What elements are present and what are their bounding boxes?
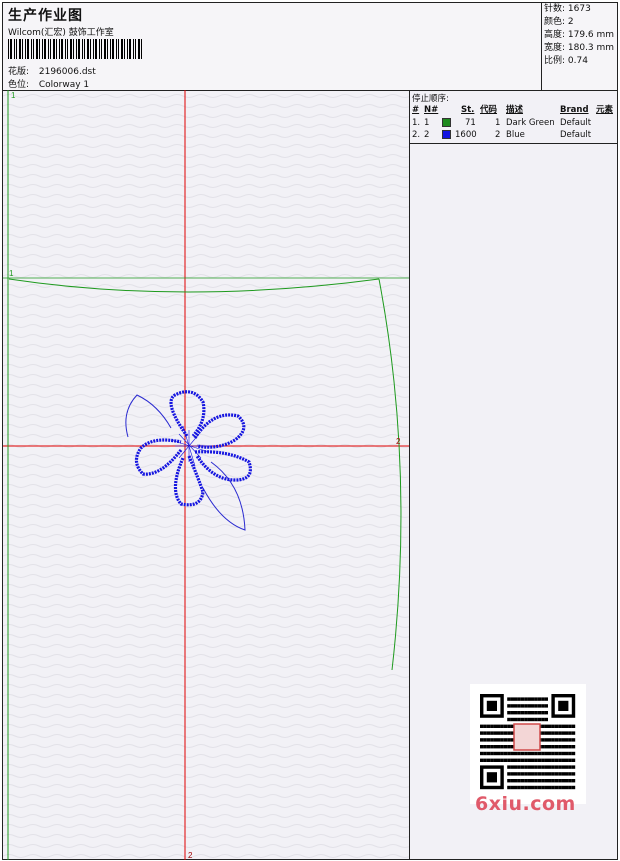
marker-right: 2 xyxy=(396,437,401,446)
sheet-header: 生产作业图 Wilcom(汇宏) 鼓饰工作室 花版: 2196006.dst 色… xyxy=(3,3,617,91)
design-scale: 比例: 0.74 xyxy=(544,56,588,66)
row-st: 71 xyxy=(465,118,476,128)
design-file-value: 2196006.dst xyxy=(38,67,96,77)
col-num: # xyxy=(412,105,420,115)
color-swatch xyxy=(442,130,451,139)
stats-panel: 针数: 1673 颜色: 2 高度: 179.6 mm 宽度: 180.3 mm… xyxy=(541,3,618,90)
colorway-value: Colorway 1 xyxy=(38,80,90,90)
row-brand: Default xyxy=(560,118,592,128)
row-num: 2. xyxy=(412,130,421,140)
design-file-row: 花版: 2196006.dst xyxy=(8,64,96,77)
row-brand: Default xyxy=(560,130,592,140)
color-count: 颜色: 2 xyxy=(544,17,574,27)
stop-sequence-header-row: # N# St. 代码 描述 Brand 元素 xyxy=(412,104,616,116)
design-label: 花版: xyxy=(8,67,30,77)
col-desc: 描述 xyxy=(506,105,524,115)
stop-sequence-panel: 停止顺序: # N# St. 代码 描述 Brand 元素 1. 1 71 1 … xyxy=(410,90,617,144)
marker-left: 1 xyxy=(9,269,14,278)
barcode-image xyxy=(8,39,142,59)
stitch-count: 针数: 1673 xyxy=(544,4,591,14)
col-element: 元素 xyxy=(596,105,614,115)
row-num: 1. xyxy=(412,118,421,128)
marker-bottom: 2 xyxy=(188,851,193,860)
design-width: 宽度: 180.3 mm xyxy=(544,43,615,53)
design-drawing: 1 1 2 2 xyxy=(3,90,409,860)
col-brand: Brand xyxy=(560,105,589,115)
col-st: St. xyxy=(461,105,475,115)
watermark-logo: 6xiu.com xyxy=(475,793,576,815)
row-code: 1 xyxy=(495,118,501,128)
colorway-label: 色位: xyxy=(8,80,30,90)
col-code: 代码 xyxy=(480,105,498,115)
colorway-row: 色位: Colorway 1 xyxy=(8,77,89,90)
row-desc: Dark Green xyxy=(506,118,555,128)
qr-code-image xyxy=(470,684,586,804)
fabric-background xyxy=(3,90,409,860)
row-desc: Blue xyxy=(506,130,525,140)
table-row: 2. 2 1600 2 Blue Default xyxy=(412,129,616,141)
row-st: 1600 xyxy=(455,130,477,140)
company-name: Wilcom(汇宏) 鼓饰工作室 xyxy=(8,28,114,38)
row-n: 1 xyxy=(424,118,430,128)
col-n: N# xyxy=(424,105,439,115)
color-swatch xyxy=(442,118,451,127)
design-height: 高度: 179.6 mm xyxy=(544,30,615,40)
table-row: 1. 1 71 1 Dark Green Default xyxy=(412,117,616,129)
production-sheet: 生产作业图 Wilcom(汇宏) 鼓饰工作室 花版: 2196006.dst 色… xyxy=(2,2,618,860)
stop-sequence-heading: 停止顺序: xyxy=(412,94,449,104)
page-title: 生产作业图 xyxy=(8,8,83,24)
row-code: 2 xyxy=(495,130,501,140)
marker-top-left: 1 xyxy=(11,91,16,100)
row-n: 2 xyxy=(424,130,430,140)
design-canvas: 1 1 2 2 xyxy=(3,90,410,860)
